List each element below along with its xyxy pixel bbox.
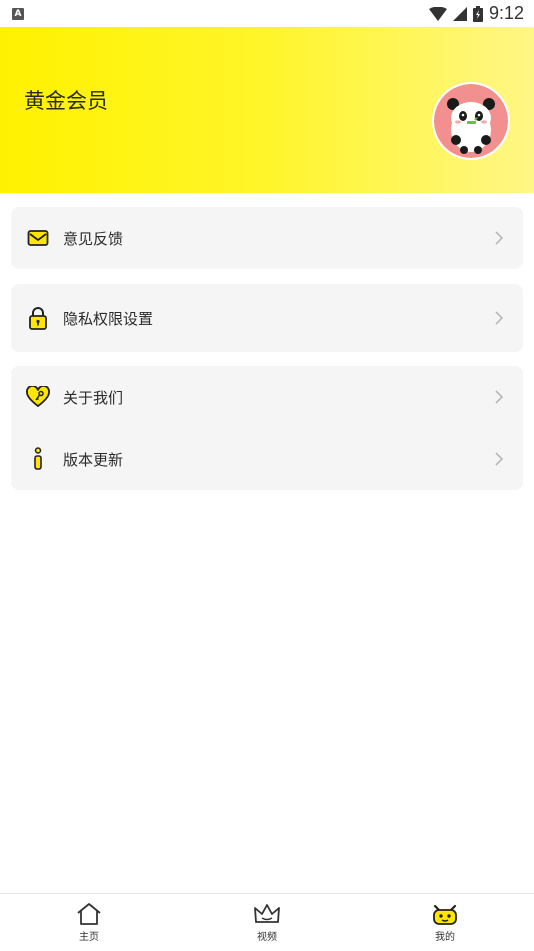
chevron-right-icon (495, 390, 504, 404)
menu-item-update[interactable]: 版本更新 (11, 428, 523, 490)
menu-item-label: 关于我们 (63, 388, 124, 407)
lock-icon (26, 306, 50, 330)
menu-item-label: 隐私权限设置 (63, 309, 154, 328)
avatar[interactable] (432, 82, 510, 160)
tab-label: 主页 (79, 932, 99, 943)
chevron-right-icon (495, 231, 504, 245)
profile-icon (433, 904, 457, 925)
privacy-card: 隐私权限设置 (11, 284, 523, 352)
mail-icon (26, 226, 50, 250)
tab-home[interactable]: 主页 (0, 894, 178, 951)
status-icons: 9:12 (428, 3, 524, 24)
panda-avatar-icon (434, 84, 508, 158)
menu-item-about[interactable]: 关于我们 (11, 366, 523, 428)
crown-icon (254, 904, 280, 923)
battery-icon (472, 5, 483, 22)
member-title: 黄金会员 (24, 89, 108, 113)
notification-app-icon: A (12, 7, 24, 20)
tab-mine[interactable]: 我的 (356, 894, 534, 951)
tab-label: 视频 (257, 932, 277, 943)
info-icon (26, 447, 50, 471)
tab-video[interactable]: 视频 (178, 894, 356, 951)
heart-key-icon (26, 385, 50, 409)
tab-label: 我的 (435, 932, 455, 943)
chevron-right-icon (495, 311, 504, 325)
menu-item-label: 版本更新 (63, 450, 124, 469)
status-bar: A 9:12 (0, 0, 534, 27)
menu-item-feedback[interactable]: 意见反馈 (11, 207, 523, 269)
feedback-card: 意见反馈 (11, 207, 523, 269)
signal-icon (452, 6, 467, 21)
home-icon (77, 903, 101, 925)
chevron-right-icon (495, 452, 504, 466)
status-time: 9:12 (488, 3, 524, 23)
wifi-icon (428, 6, 447, 21)
menu-item-label: 意见反馈 (63, 229, 124, 248)
menu-item-privacy[interactable]: 隐私权限设置 (11, 284, 523, 352)
about-card: 关于我们 版本更新 (11, 366, 523, 490)
member-header: 黄金会员 (0, 27, 534, 193)
bottom-tab-bar: 主页 视频 我的 (0, 893, 534, 950)
